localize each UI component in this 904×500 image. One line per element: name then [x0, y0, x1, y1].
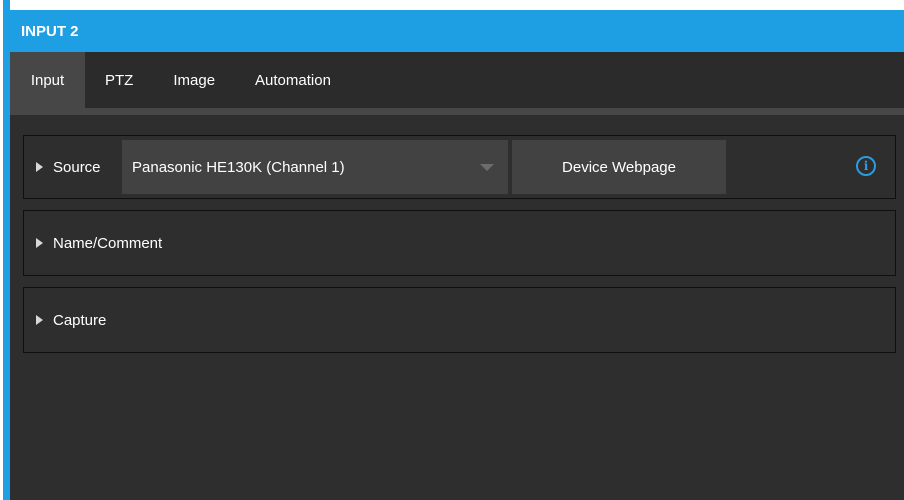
expand-chevron-icon[interactable] [36, 162, 43, 172]
tab-automation-label: Automation [255, 71, 331, 89]
tab-ptz[interactable]: PTZ [85, 52, 153, 108]
source-label: Source [53, 158, 101, 176]
tab-ptz-label: PTZ [105, 71, 134, 89]
tab-image[interactable]: Image [153, 52, 235, 108]
tab-input-label: Input [30, 71, 65, 89]
outer-margin-top [0, 0, 904, 10]
tab-automation[interactable]: Automation [235, 52, 351, 108]
info-icon[interactable]: i [856, 156, 876, 176]
window-accent-edge [3, 0, 10, 500]
source-dropdown[interactable]: Panasonic HE130K (Channel 1) [122, 140, 508, 194]
expand-chevron-icon[interactable] [36, 315, 43, 325]
capture-label: Capture [53, 311, 107, 329]
window-titlebar[interactable]: INPUT 2 [3, 10, 904, 52]
tab-bar: Input PTZ Image Automation [10, 52, 904, 108]
tab-input[interactable]: Input [10, 52, 85, 108]
source-section: Source Panasonic HE130K (Channel 1) Devi… [23, 135, 896, 199]
name-comment-label: Name/Comment [53, 234, 163, 252]
capture-section[interactable]: Capture [23, 287, 896, 353]
dropdown-caret-icon [480, 164, 494, 171]
source-selected-value: Panasonic HE130K (Channel 1) [132, 158, 345, 176]
input-tab-content: Source Panasonic HE130K (Channel 1) Devi… [10, 115, 904, 500]
device-webpage-label: Device Webpage [562, 158, 676, 176]
name-comment-section[interactable]: Name/Comment [23, 210, 896, 276]
device-webpage-button[interactable]: Device Webpage [512, 140, 726, 194]
tab-image-label: Image [173, 71, 216, 89]
expand-chevron-icon[interactable] [36, 238, 43, 248]
tab-underline [10, 108, 904, 115]
window-title: INPUT 2 [21, 22, 79, 40]
